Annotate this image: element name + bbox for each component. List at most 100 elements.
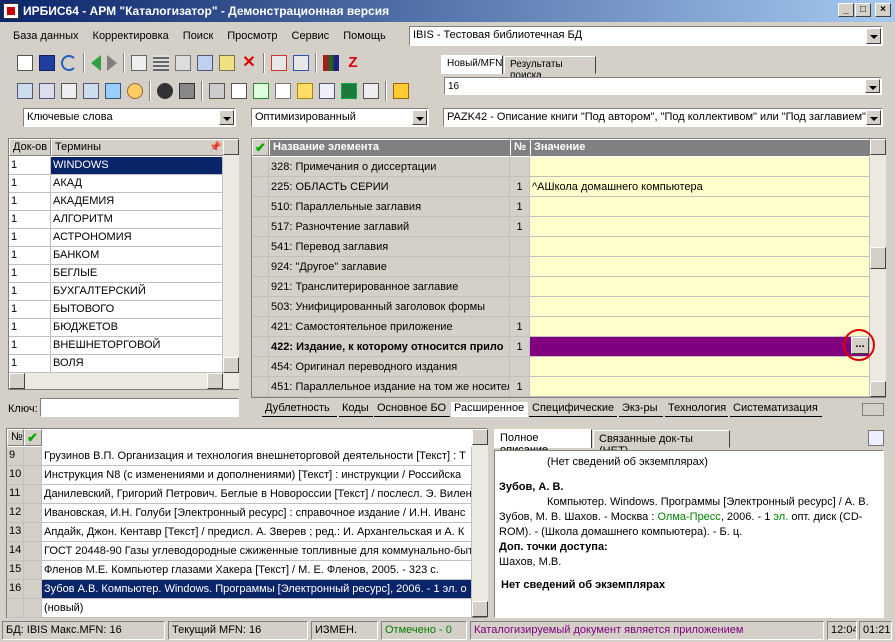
field-row[interactable]: 541: Перевод заглавия — [252, 237, 870, 257]
fields-col-name[interactable]: Название элемента — [269, 139, 510, 156]
search-mode-select[interactable]: Ключевые слова — [23, 108, 236, 127]
record-check[interactable] — [24, 485, 42, 504]
tab-scroll-arrows[interactable] — [862, 403, 884, 416]
term-row[interactable]: 1 АКАД — [9, 175, 223, 193]
print-icon[interactable] — [209, 83, 225, 99]
field-row[interactable]: 921: Транслитерированное заглавие — [252, 277, 870, 297]
terms-vscroll[interactable] — [223, 139, 239, 373]
scroll-left-button[interactable] — [9, 373, 25, 389]
record-row[interactable]: 13 Апдайк, Джон. Кентавр [Текст] / предис… — [7, 523, 472, 542]
record-row[interactable]: 10 Инструкция N8 (с изменениями и дополне… — [7, 466, 472, 485]
term-row[interactable]: 1 БАНКОМ — [9, 247, 223, 265]
tab-search-results[interactable]: Результаты поиска — [504, 56, 596, 81]
new-record-icon[interactable] — [17, 55, 33, 71]
record-check[interactable] — [24, 466, 42, 485]
field-row[interactable]: 924: "Другое" заглавие — [252, 257, 870, 277]
optimization-select[interactable]: Оптимизированный — [251, 108, 429, 127]
grid-icon[interactable] — [153, 55, 169, 71]
doc-green-icon[interactable] — [253, 83, 269, 99]
term-row[interactable]: 1 БЕГЛЫЕ — [9, 265, 223, 283]
export-icon[interactable] — [293, 55, 309, 71]
field-value[interactable] — [530, 317, 870, 337]
field-value[interactable]: ^AШкола домашнего компьютера — [530, 177, 870, 197]
scroll-right-button[interactable] — [207, 373, 223, 389]
term-row[interactable]: 1 ВНЕШНЕТОРГОВОЙ — [9, 337, 223, 355]
excel-icon[interactable] — [341, 83, 357, 99]
record-check[interactable] — [24, 504, 42, 523]
record-check[interactable] — [24, 561, 42, 580]
minimize-button[interactable]: _ — [838, 3, 854, 17]
field-value[interactable] — [530, 337, 870, 357]
tab-linked-docs[interactable]: Связанные док-ты (НЕТ) — [593, 430, 730, 457]
term-row[interactable]: 1 БУХГАЛТЕРСКИЙ — [9, 283, 223, 301]
record-check[interactable] — [24, 599, 42, 618]
records-col-no[interactable]: № — [7, 429, 24, 446]
terms-hscroll[interactable] — [9, 373, 239, 389]
field-value[interactable] — [530, 377, 870, 397]
publisher-link[interactable]: Олма-Пресс — [657, 511, 720, 523]
tab-new-mfn[interactable]: Новый/MFN — [441, 55, 503, 74]
tab-full-description[interactable]: Полное описание — [494, 429, 592, 456]
record-check[interactable] — [24, 523, 42, 542]
term-row[interactable]: 1 БЮДЖЕТОВ — [9, 319, 223, 337]
notes-icon[interactable] — [319, 83, 335, 99]
scroll-up-button[interactable] — [223, 139, 239, 155]
record-row[interactable]: 12 Ивановская, И.Н. Голуби [Электронный р… — [7, 504, 472, 523]
field-value[interactable] — [530, 237, 870, 257]
pin-icon[interactable]: 📌 — [209, 142, 221, 153]
help-icon[interactable] — [393, 83, 409, 99]
undo-icon[interactable] — [61, 55, 77, 71]
folder-icon[interactable] — [297, 83, 313, 99]
record-check[interactable] — [24, 580, 42, 599]
find-icon[interactable] — [39, 83, 55, 99]
field-value[interactable] — [530, 357, 870, 377]
terms-col-docs[interactable]: Док-ов — [9, 139, 51, 156]
save-icon[interactable] — [39, 55, 55, 71]
import-icon[interactable] — [271, 55, 287, 71]
record-row[interactable]: 15 Фленов М.Е. Компьютер глазами Хакера [… — [7, 561, 472, 580]
term-row[interactable]: 1 АСТРОНОМИЯ — [9, 229, 223, 247]
record-row[interactable]: 14 ГОСТ 20448-90 Газы углеводородные сжиж… — [7, 542, 472, 561]
field-row[interactable]: 225: ОБЛАСТЬ СЕРИИ 1 ^AШкола домашнего ком… — [252, 177, 870, 197]
field-row[interactable]: 503: Унифицированный заголовок формы — [252, 297, 870, 317]
maximize-button[interactable]: □ — [855, 3, 871, 17]
duplicate-icon[interactable] — [175, 55, 191, 71]
term-row[interactable]: 1 БЫТОВОГО — [9, 301, 223, 319]
scroll-down-button[interactable] — [223, 357, 239, 373]
app-icon[interactable] — [3, 3, 19, 19]
scroll-up-button[interactable] — [472, 429, 488, 445]
menu-help[interactable]: Помощь — [336, 30, 393, 42]
field-value[interactable] — [530, 297, 870, 317]
record-check[interactable] — [24, 447, 42, 466]
field-row[interactable]: 510: Параллельные заглавия 1 — [252, 197, 870, 217]
field-row[interactable]: 454: Оригинал переводного издания — [252, 357, 870, 377]
link-icon[interactable] — [105, 83, 121, 99]
worksheet-select[interactable]: PAZK42 - Описание книги "Под автором", "… — [443, 108, 883, 127]
field-row[interactable]: 517: Разночтение заглавий 1 — [252, 217, 870, 237]
tab-3[interactable]: Основное БО — [374, 402, 450, 417]
field-value[interactable] — [530, 277, 870, 297]
books-icon[interactable] — [323, 55, 339, 71]
term-row[interactable]: 1 ВОЛЯ — [9, 355, 223, 373]
chevron-down-icon[interactable] — [865, 79, 880, 93]
key-input[interactable] — [40, 398, 239, 417]
chevron-down-icon[interactable] — [866, 110, 881, 125]
record-row[interactable]: 11 Данилевский, Григорий Петрович. Беглые… — [7, 485, 472, 504]
field-row[interactable]: 451: Параллельное издание на том же носи… — [252, 377, 870, 397]
globe-icon[interactable] — [127, 83, 143, 99]
word-icon[interactable] — [363, 83, 379, 99]
view-icon[interactable] — [157, 83, 173, 99]
ellipsis-button[interactable]: ... — [851, 337, 869, 354]
forward-arrow-icon[interactable] — [107, 55, 117, 71]
menu-edit[interactable]: Корректировка — [86, 30, 176, 42]
scroll-down-button[interactable] — [870, 381, 886, 397]
copy-record-icon[interactable] — [131, 55, 147, 71]
comment-icon[interactable] — [17, 83, 33, 99]
records-vscroll[interactable] — [472, 429, 488, 617]
tab-7[interactable]: Технология — [665, 402, 728, 417]
field-row[interactable]: 421: Самостоятельное приложение 1 — [252, 317, 870, 337]
tab-2[interactable]: Коды — [339, 402, 373, 417]
chat-icon[interactable] — [83, 83, 99, 99]
record-row[interactable]: 9 Грузинов В.П. Организация и технология … — [7, 447, 472, 466]
tab-1[interactable]: Дублетность — [262, 402, 337, 417]
